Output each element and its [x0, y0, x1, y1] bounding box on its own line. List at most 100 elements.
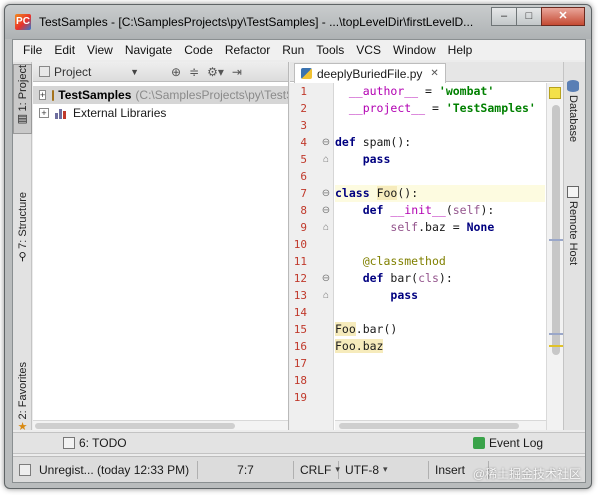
line-number: 17 [293, 357, 307, 370]
pycharm-logo-icon: PC [15, 14, 31, 30]
line-number: 1 [300, 85, 307, 98]
menu-window[interactable]: Window [387, 43, 442, 57]
menu-file[interactable]: File [17, 43, 48, 57]
right-tool-strip: Database Remote Host [563, 62, 585, 430]
line-number: 8 [300, 204, 307, 217]
window-title: TestSamples - [C:\SamplesProjects\py\Tes… [39, 15, 474, 29]
scroll-from-source-icon[interactable]: ⊕ [171, 65, 181, 79]
code-line: def spam(): [335, 135, 412, 149]
project-panel: Project ▼ ⊕ ≑ ⚙▾ ⇥ + TestSamples (C:\Sam… [33, 62, 289, 430]
maximize-button[interactable]: □ [516, 7, 542, 26]
status-message: Unregist... (today 12:33 PM) [39, 462, 190, 477]
title-bar[interactable]: PC TestSamples - [C:\SamplesProjects\py\… [5, 5, 591, 39]
menu-refactor[interactable]: Refactor [219, 43, 276, 57]
line-separator-selector[interactable]: CRLF ▾ [294, 460, 340, 479]
fold-end-icon[interactable]: ⌂ [321, 290, 331, 301]
usage-marker[interactable] [549, 333, 563, 335]
todo-icon [63, 437, 75, 449]
fold-icon[interactable]: ⊖ [321, 273, 331, 284]
code-line: Foo.bar() [335, 322, 398, 336]
hide-panel-icon[interactable]: ⇥ [232, 65, 242, 79]
watermark: @稀土掘金技术社区 [472, 467, 581, 481]
todo-button[interactable]: 6: TODO [63, 436, 127, 450]
project-horizontal-scrollbar[interactable] [33, 420, 288, 430]
menu-edit[interactable]: Edit [48, 43, 81, 57]
scroll-thumb[interactable] [35, 423, 235, 429]
collapse-all-icon[interactable]: ≑ [189, 65, 199, 79]
line-number: 10 [293, 238, 307, 251]
close-icon[interactable]: ✕ [430, 68, 438, 79]
library-icon [55, 108, 69, 119]
bottom-tool-bar: 6: TODO Event Log [13, 432, 585, 454]
line-number: 7 [300, 187, 307, 200]
menu-navigate[interactable]: Navigate [119, 43, 178, 57]
tab-remote-host-label: Remote Host [567, 201, 579, 266]
project-view-label: Project [54, 64, 92, 79]
tab-structure[interactable]: 7: Structure ⚲ [13, 192, 32, 272]
scroll-thumb[interactable] [552, 105, 560, 355]
fold-end-icon[interactable]: ⌂ [321, 154, 331, 165]
fold-end-icon[interactable]: ⌂ [321, 222, 331, 233]
menu-vcs[interactable]: VCS [350, 43, 387, 57]
project-panel-header: Project ▼ ⊕ ≑ ⚙▾ ⇥ [33, 62, 288, 82]
tab-favorites[interactable]: 2: Favorites ★ [13, 362, 32, 433]
line-number: 16 [293, 340, 307, 353]
menu-help[interactable]: Help [442, 43, 479, 57]
fold-icon[interactable]: ⊖ [321, 137, 331, 148]
toggle-tool-windows-icon[interactable] [19, 463, 31, 476]
remote-host-icon [567, 186, 579, 198]
menu-view[interactable]: View [81, 43, 119, 57]
caret-position[interactable]: 7:7 [198, 460, 294, 479]
minimize-button[interactable]: – [491, 7, 517, 26]
encoding-label: UTF-8 [345, 462, 379, 477]
menu-code[interactable]: Code [178, 43, 219, 57]
tab-structure-label: 7: Structure [16, 192, 29, 249]
menu-tools[interactable]: Tools [310, 43, 350, 57]
line-number: 5 [300, 153, 307, 166]
editor-tab-label: deeplyBuriedFile.py [317, 66, 423, 81]
tab-remote-host[interactable]: Remote Host [567, 186, 579, 265]
expand-icon[interactable]: + [39, 90, 47, 100]
close-button[interactable]: ✕ [541, 7, 585, 26]
tree-item-name: External Libraries [73, 106, 167, 120]
line-number: 11 [293, 255, 307, 268]
tree-row[interactable]: + TestSamples (C:\SamplesProjects\py\Tes… [33, 86, 288, 104]
gear-icon[interactable]: ⚙▾ [207, 65, 224, 79]
inspection-status-icon[interactable] [549, 87, 561, 99]
code-line: Foo.baz [335, 339, 384, 353]
editor-tab[interactable]: deeplyBuriedFile.py ✕ [294, 63, 446, 83]
status-message-cell[interactable]: Unregist... (today 12:33 PM) [13, 460, 198, 479]
encoding-selector[interactable]: UTF-8 ▾ [339, 460, 429, 479]
code-editor[interactable]: __author__ = 'wombat' __project__ = 'Tes… [335, 83, 545, 430]
warning-marker[interactable] [549, 345, 563, 347]
event-log-button[interactable]: Event Log [473, 436, 543, 450]
editor-vertical-scrollbar[interactable] [546, 83, 564, 430]
editor-horizontal-scrollbar[interactable] [335, 420, 546, 430]
scroll-thumb[interactable] [339, 423, 519, 429]
usage-marker[interactable] [549, 239, 563, 241]
expand-icon[interactable]: + [39, 108, 49, 118]
code-line-current: class Foo(): [335, 185, 545, 202]
tree-row[interactable]: + External Libraries [33, 104, 288, 122]
code-line: def __init__(self): [362, 203, 495, 217]
left-tool-strip: 1: Project ▤ 7: Structure ⚲ 2: Favorites… [13, 62, 32, 433]
menu-run[interactable]: Run [276, 43, 310, 57]
line-number: 3 [300, 119, 307, 132]
fold-icon[interactable]: ⊖ [321, 205, 331, 216]
project-view-selector[interactable]: Project ▼ [39, 65, 139, 79]
line-number: 2 [300, 102, 307, 115]
tree-item-path: (C:\SamplesProjects\py\TestSamples) [135, 88, 288, 102]
line-number: 13 [293, 289, 307, 302]
line-number: 14 [293, 306, 307, 319]
code-line: def bar(cls): [362, 271, 453, 285]
chevron-down-icon: ▾ [383, 464, 388, 474]
tab-database[interactable]: Database [567, 80, 579, 142]
line-number: 9 [300, 221, 307, 234]
tab-favorites-label: 2: Favorites [16, 362, 29, 420]
todo-label: 6: TODO [79, 436, 127, 450]
fold-icon[interactable]: ⊖ [321, 188, 331, 199]
tab-project[interactable]: 1: Project ▤ [13, 64, 32, 134]
code-line: @classmethod [362, 254, 446, 268]
code-line: __author__ = 'wombat' [348, 84, 495, 98]
